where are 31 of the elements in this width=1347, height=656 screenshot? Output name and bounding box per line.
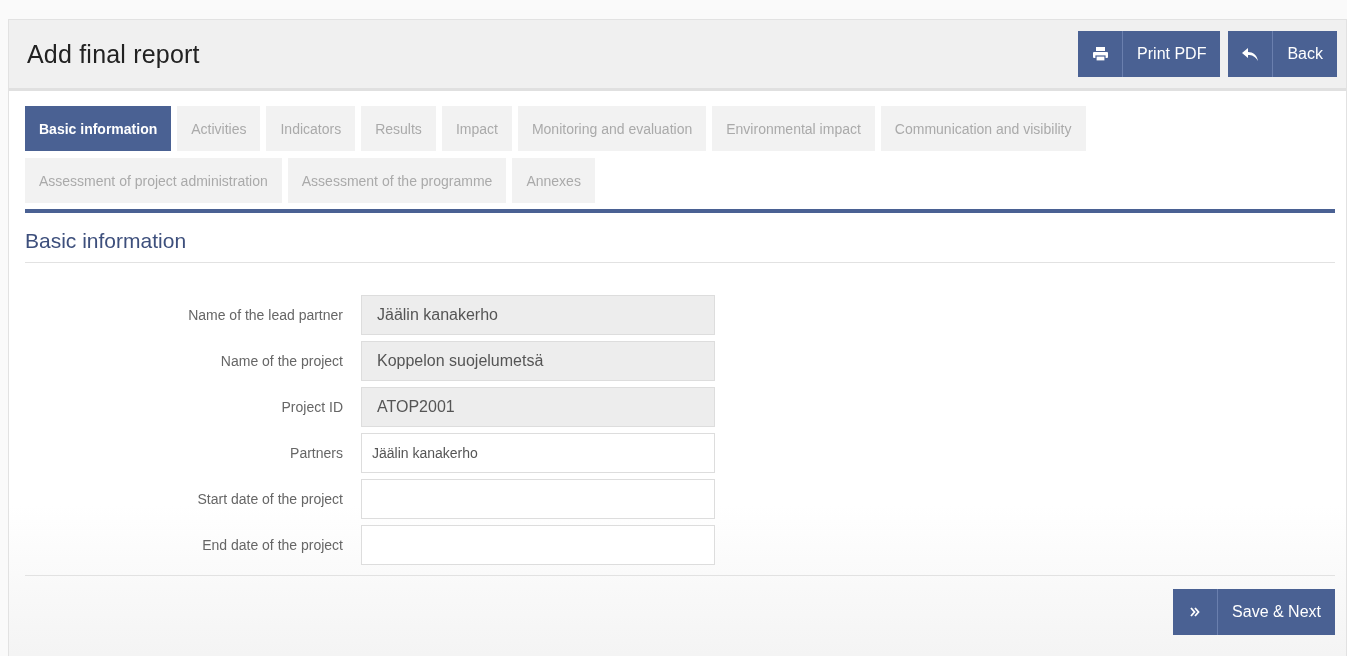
double-chevron-icon xyxy=(1190,607,1201,617)
field-label: End date of the project xyxy=(201,537,344,553)
reply-arrow-icon xyxy=(1242,47,1259,61)
tab[interactable]: Monitoring and evaluation xyxy=(517,106,707,151)
tab[interactable]: Annexes xyxy=(512,158,595,203)
field-label: Name of the project xyxy=(219,353,344,369)
section-title: Basic information xyxy=(25,229,188,253)
input-field[interactable] xyxy=(361,525,715,565)
tab[interactable]: Communication and visibility xyxy=(880,106,1086,151)
page-title: Add final report xyxy=(27,39,200,69)
field-label: Name of the lead partner xyxy=(187,307,344,323)
input-field[interactable]: Koppelon suojelumetsä xyxy=(361,341,715,381)
field-label: Start date of the project xyxy=(196,491,344,507)
tab[interactable]: Results xyxy=(361,106,436,151)
input-field[interactable] xyxy=(361,479,715,519)
back-button[interactable]: Back xyxy=(1228,31,1337,77)
tab[interactable]: Activities xyxy=(177,106,261,151)
print-button[interactable]: Print PDF xyxy=(1078,31,1221,77)
save-next-button[interactable]: Save & Next xyxy=(1173,589,1335,635)
tab[interactable]: Indicators xyxy=(266,106,356,151)
tab[interactable]: Assessment of the programme xyxy=(287,158,507,203)
field-label: Project ID xyxy=(280,399,344,415)
tab[interactable]: Assessment of project administration xyxy=(25,158,282,203)
tab[interactable]: Environmental impact xyxy=(712,106,875,151)
printer-icon xyxy=(1092,47,1108,61)
input-field[interactable]: Jäälin kanakerho xyxy=(361,433,715,473)
input-field[interactable]: Jäälin kanakerho xyxy=(361,295,715,335)
input-field[interactable]: ATOP2001 xyxy=(361,387,715,427)
tab[interactable]: Basic information xyxy=(25,106,172,151)
tab[interactable]: Impact xyxy=(441,106,512,151)
field-label: Partners xyxy=(289,445,344,461)
